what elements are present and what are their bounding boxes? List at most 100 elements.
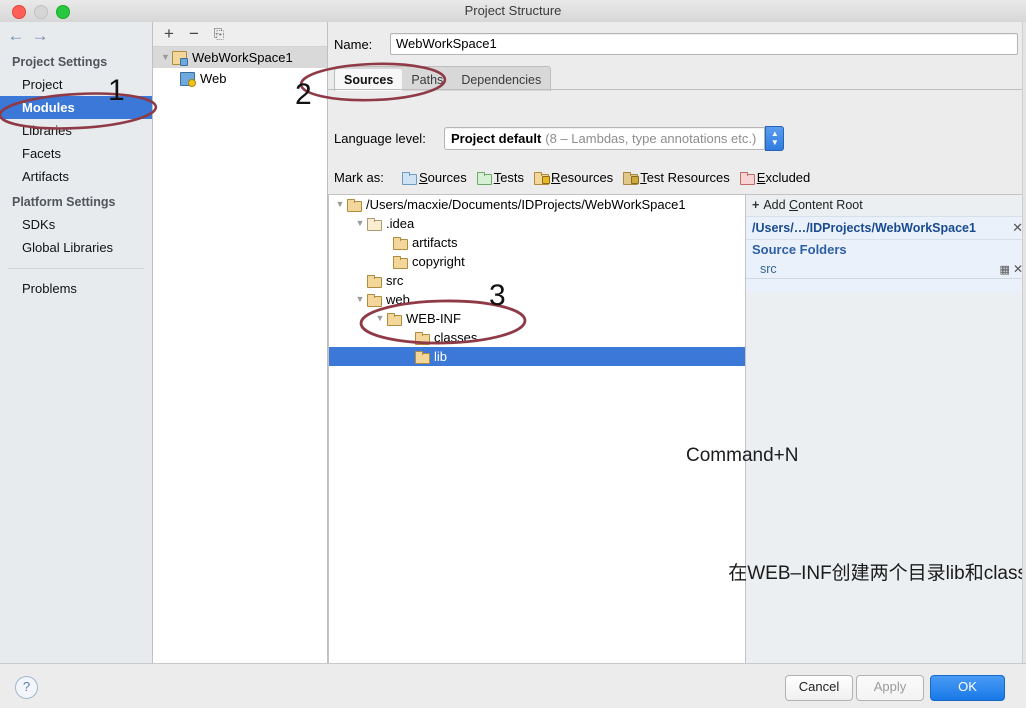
tree-row[interactable]: copyright xyxy=(329,252,746,271)
tree-row[interactable]: ▼ .idea xyxy=(329,214,746,233)
language-level-hint: (8 – Lambdas, type annotations etc.) xyxy=(545,131,756,146)
annotation-line-2: 在WEB–INF创建两个目录lib和classes xyxy=(728,563,1026,584)
ok-button[interactable]: OK xyxy=(930,675,1005,701)
mark-as-label: Mark as: xyxy=(328,170,402,185)
language-level-row: Language level: Project default (8 – Lam… xyxy=(328,126,784,150)
source-folders-header: Source Folders xyxy=(746,240,1026,260)
tree-row[interactable]: classes xyxy=(329,328,746,347)
chevron-updown-icon[interactable]: ▲▼ xyxy=(765,126,784,151)
sidebar-divider xyxy=(8,268,144,269)
handwritten-annotation-text: Command+N 在WEB–INF创建两个目录lib和classes xyxy=(686,382,1026,706)
mark-as-excluded-label: Excluded xyxy=(757,170,810,185)
help-button[interactable]: ? xyxy=(15,676,38,699)
sidebar-group-project-settings: Project Settings xyxy=(0,52,152,73)
module-name-row: Name: xyxy=(328,32,1018,56)
twisty-icon[interactable]: ▼ xyxy=(353,214,367,233)
twisty-icon[interactable]: ▼ xyxy=(353,290,367,309)
twisty-icon[interactable]: ▼ xyxy=(333,195,347,214)
module-label: Web xyxy=(200,68,227,89)
add-content-root-label: Add Content Root xyxy=(763,198,862,212)
folder-icon xyxy=(393,256,407,267)
folder-icon xyxy=(393,237,407,248)
module-folder-icon xyxy=(172,51,187,65)
mark-as-excluded-button[interactable]: Excluded xyxy=(740,170,810,185)
tree-row[interactable]: ▼ /Users/macxie/Documents/IDProjects/Web… xyxy=(329,195,746,214)
forward-arrow-icon[interactable]: → xyxy=(30,26,50,46)
tests-folder-icon xyxy=(477,172,491,183)
settings-sidebar: ← → Project Settings Project Modules Lib… xyxy=(0,22,153,663)
tree-row-label: copyright xyxy=(412,252,465,271)
marker-number-2: 2 xyxy=(295,78,312,112)
tree-row-label: /Users/macxie/Documents/IDProjects/WebWo… xyxy=(366,195,686,214)
sidebar-nav-buttons: ← → xyxy=(0,22,152,50)
resources-folder-icon xyxy=(534,172,548,183)
sidebar-item-artifacts[interactable]: Artifacts xyxy=(0,165,152,188)
sidebar-item-facets[interactable]: Facets xyxy=(0,142,152,165)
sidebar-item-global-libraries[interactable]: Global Libraries xyxy=(0,236,152,259)
excluded-folder-icon xyxy=(740,172,754,183)
mark-as-sources-button[interactable]: Sources xyxy=(402,170,467,185)
sources-folder-icon xyxy=(402,172,416,183)
folder-icon xyxy=(415,351,429,362)
tab-underline xyxy=(328,89,1026,90)
tree-row-label: artifacts xyxy=(412,233,458,252)
folder-icon xyxy=(367,294,381,305)
add-content-root-button[interactable]: + Add Content Root xyxy=(746,195,1026,216)
plus-icon: + xyxy=(752,198,759,212)
twisty-icon[interactable]: ▼ xyxy=(373,309,387,328)
tab-dependencies[interactable]: Dependencies xyxy=(452,69,550,91)
language-level-combo[interactable]: Project default (8 – Lambdas, type annot… xyxy=(444,127,765,150)
cancel-button[interactable]: Cancel xyxy=(785,675,853,701)
annotation-line-2-wrapper: 在WEB–INF创建两个目录lib和classes xyxy=(686,529,1026,647)
remove-module-icon[interactable]: − xyxy=(184,24,204,44)
source-folder-row[interactable]: src ▦ ✕ xyxy=(746,260,1026,279)
annotation-line-1: Command+N xyxy=(686,441,1026,470)
tree-row-label: src xyxy=(386,271,403,290)
back-arrow-icon[interactable]: ← xyxy=(6,26,26,46)
tree-row[interactable]: src xyxy=(329,271,746,290)
tree-row-label: WEB-INF xyxy=(406,309,461,328)
module-name-input[interactable] xyxy=(390,33,1018,55)
twisty-icon[interactable]: ▼ xyxy=(159,47,172,68)
tree-row[interactable]: artifacts xyxy=(329,233,746,252)
title-bar: Project Structure xyxy=(0,0,1026,23)
mark-as-test-resources-label: Test Resources xyxy=(640,170,730,185)
tree-row-selected[interactable]: lib xyxy=(329,347,746,366)
window-title: Project Structure xyxy=(0,0,1026,22)
mark-as-row: Mark as: Sources Tests Resources Test Re… xyxy=(328,166,820,188)
module-label: WebWorkSpace1 xyxy=(192,47,293,68)
project-structure-window: Project Structure ← → Project Settings P… xyxy=(0,0,1026,707)
sidebar-item-sdks[interactable]: SDKs xyxy=(0,213,152,236)
source-folders-filler xyxy=(746,279,1026,293)
mark-as-tests-button[interactable]: Tests xyxy=(477,170,524,185)
tree-row-label: web xyxy=(386,290,410,309)
module-tree-row-webworkspace1[interactable]: ▼ WebWorkSpace1 xyxy=(153,47,327,68)
folder-icon xyxy=(415,332,429,343)
copy-module-icon[interactable]: ⎘ xyxy=(209,24,229,44)
mark-as-tests-label: Tests xyxy=(494,170,524,185)
package-prefix-icon[interactable]: ▦ xyxy=(1000,263,1010,276)
apply-button[interactable]: Apply xyxy=(856,675,924,701)
sidebar-item-problems[interactable]: Problems xyxy=(0,277,152,300)
tree-row[interactable]: ▼ web xyxy=(329,290,746,309)
sidebar-item-project[interactable]: Project xyxy=(0,73,152,96)
content-root-path-row[interactable]: /Users/…/IDProjects/WebWorkSpace1 ✕ xyxy=(746,216,1026,240)
tree-row[interactable]: ▼ WEB-INF xyxy=(329,309,746,328)
content-root-file-tree[interactable]: ▼ /Users/macxie/Documents/IDProjects/Web… xyxy=(328,194,746,688)
tab-sources[interactable]: Sources xyxy=(335,69,402,91)
mark-as-resources-button[interactable]: Resources xyxy=(534,170,613,185)
language-level-value: Project default xyxy=(451,131,541,146)
add-module-icon[interactable]: + xyxy=(159,24,179,44)
tree-row-label: lib xyxy=(434,347,447,366)
folder-icon xyxy=(347,199,361,210)
mark-as-test-resources-button[interactable]: Test Resources xyxy=(623,170,730,185)
test-resources-folder-icon xyxy=(623,172,637,183)
modules-toolbar: + − ⎘ xyxy=(153,22,327,47)
sidebar-item-modules[interactable]: Modules xyxy=(0,96,152,119)
tab-paths[interactable]: Paths xyxy=(402,69,452,91)
web-facet-icon xyxy=(180,72,195,86)
folder-icon xyxy=(367,218,381,229)
sidebar-item-libraries[interactable]: Libraries xyxy=(0,119,152,142)
tree-row-label: classes xyxy=(434,328,477,347)
mark-as-resources-label: Resources xyxy=(551,170,613,185)
